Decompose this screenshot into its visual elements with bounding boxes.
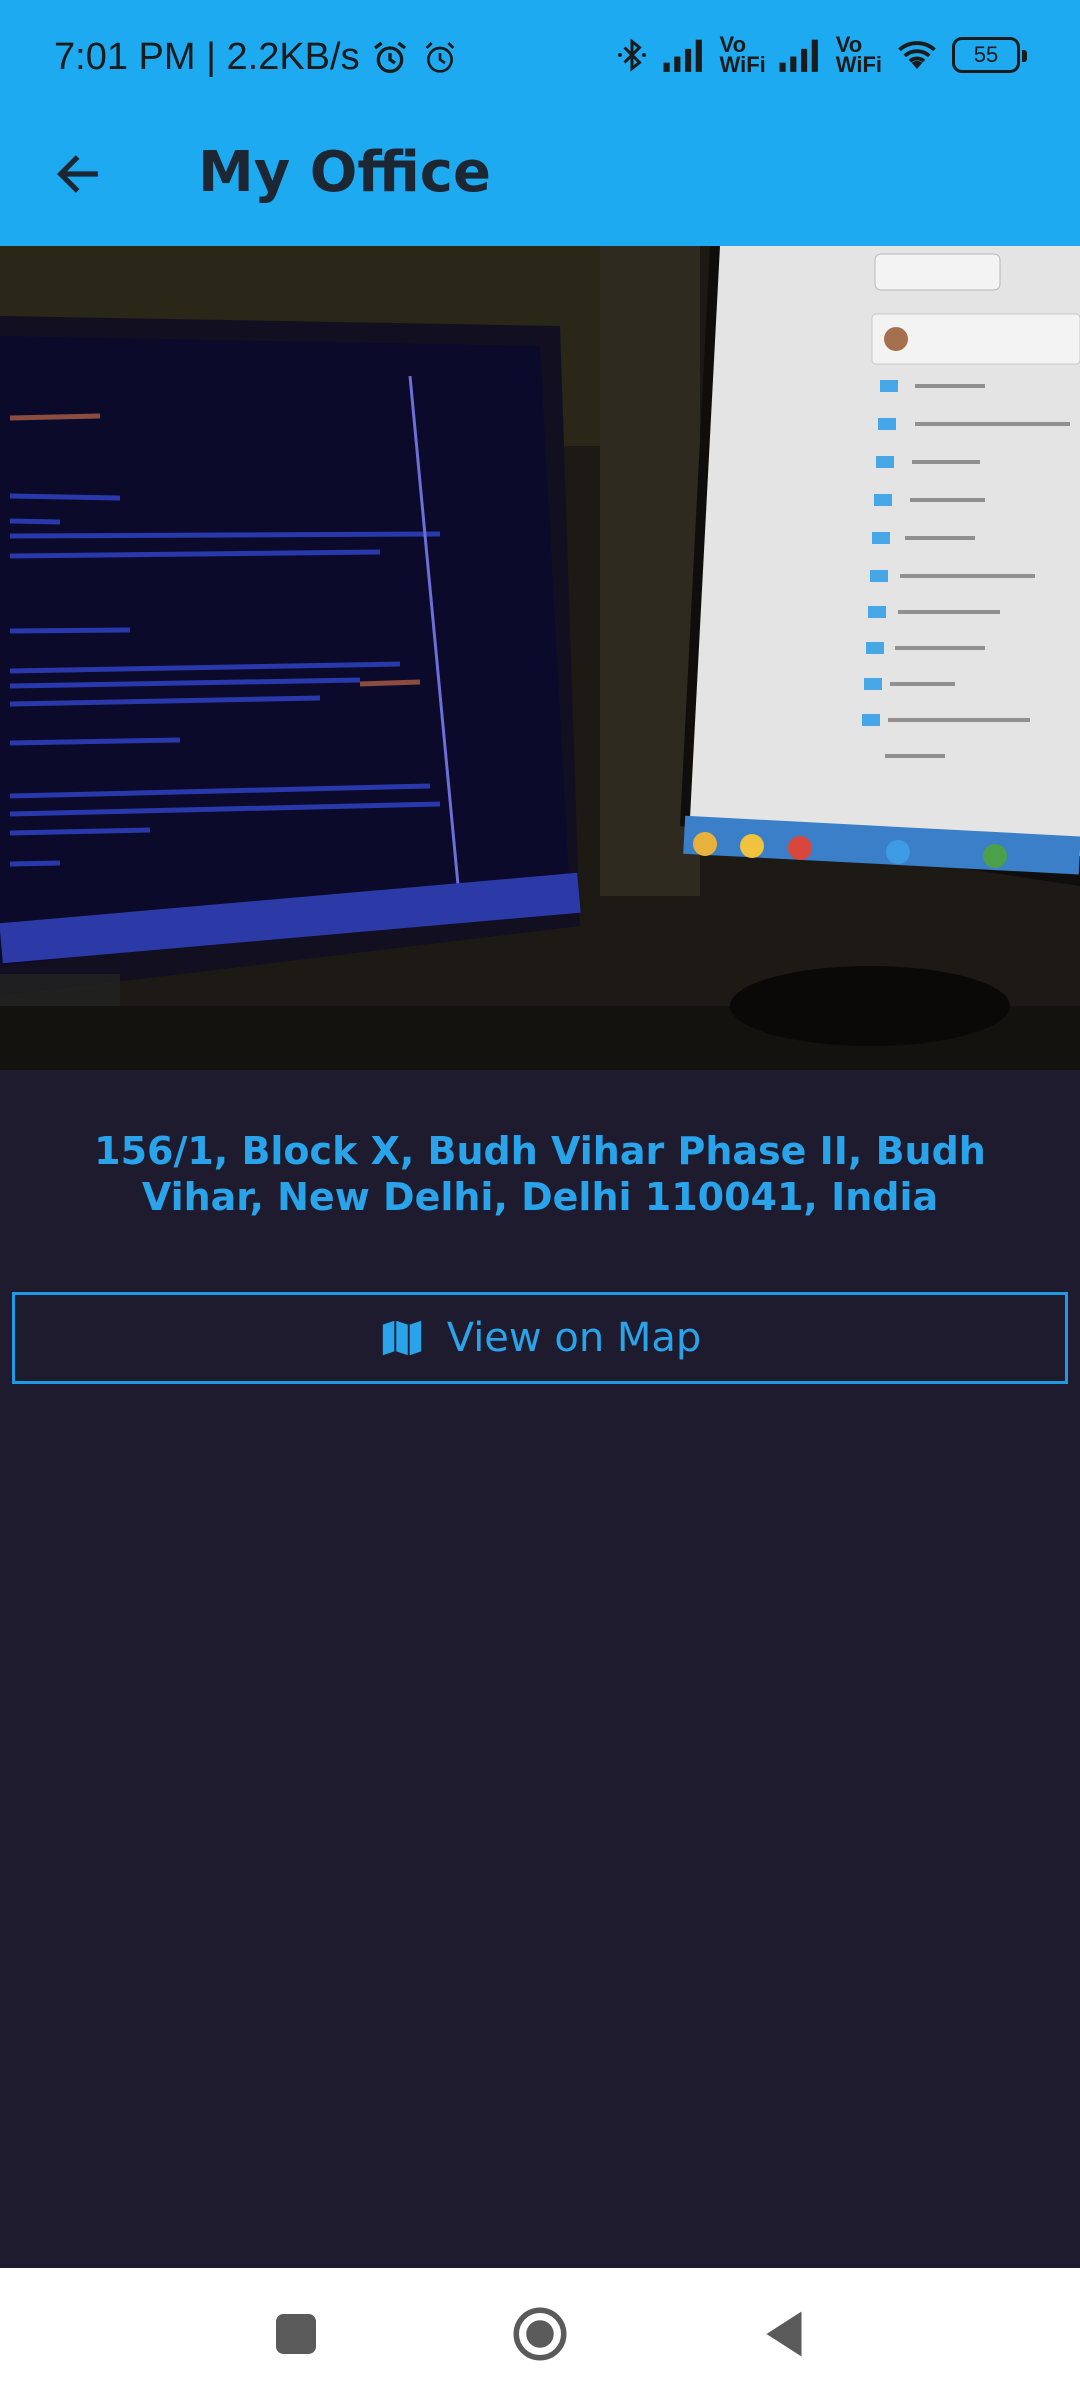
map-icon	[382, 1320, 421, 1356]
vowifi-2-bottom: WiFi	[835, 52, 882, 77]
alarm-icon	[373, 41, 406, 73]
triangle-back-icon	[766, 2311, 802, 2357]
status-bar: 7:01 PM | 2.2KB/s Vo WiFi Vo WiFi 55	[0, 0, 1080, 120]
bluetooth-icon	[617, 38, 646, 72]
back-nav-button[interactable]	[748, 2298, 820, 2370]
view-on-map-button[interactable]: View on Map	[12, 1292, 1068, 1384]
battery-indicator: 55	[952, 37, 1027, 73]
vowifi-1-bottom: WiFi	[719, 52, 766, 77]
battery-level: 55	[973, 42, 999, 67]
place-photo	[0, 246, 1080, 1070]
app-bar: My Office	[0, 120, 1080, 246]
home-button[interactable]	[504, 2298, 576, 2370]
alarm-outline-icon	[425, 41, 454, 73]
signal-2-icon	[779, 39, 818, 72]
signal-1-icon	[663, 39, 702, 72]
status-time-speed: 7:01 PM | 2.2KB/s	[54, 36, 360, 78]
place-address: 156/1, Block X, Budh Vihar Phase II, Bud…	[94, 1129, 986, 1219]
arrow-left-icon	[56, 155, 98, 193]
view-on-map-label: View on Map	[446, 1315, 702, 1361]
header: 7:01 PM | 2.2KB/s Vo WiFi Vo WiFi 55 My Of…	[0, 0, 1080, 246]
back-button[interactable]	[46, 142, 110, 206]
square-icon	[276, 2314, 316, 2354]
status-right: Vo WiFi Vo WiFi 55	[614, 34, 1027, 77]
wifi-icon	[898, 41, 936, 69]
system-nav-bar	[0, 2268, 1080, 2400]
place-photo-image	[0, 246, 1080, 1070]
page-title: My Office	[198, 140, 491, 205]
recents-button[interactable]	[260, 2298, 332, 2370]
home-circle-icon	[513, 2307, 567, 2361]
vowifi-2-badge: Vo WiFi	[835, 34, 882, 77]
vowifi-1-badge: Vo WiFi	[719, 34, 766, 77]
status-left: 7:01 PM | 2.2KB/s	[54, 36, 460, 79]
